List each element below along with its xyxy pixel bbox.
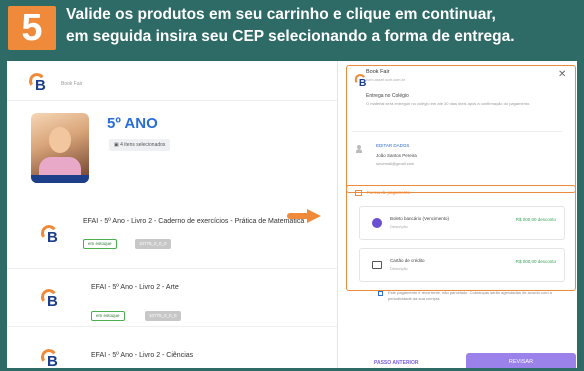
customer-name: João Santos Pereira <box>376 153 417 158</box>
list-item[interactable]: B EFAI - 5º Ano - Livro 2 - Ciências <box>7 327 337 368</box>
banner-line-1: Valide os produtos em seu carrinho e cli… <box>66 6 496 23</box>
payment-option-boleto[interactable]: Boleto bancário (Vencimento) Descrição R… <box>359 206 565 240</box>
customer-email: seuemail@gmail.com <box>376 161 415 166</box>
book-logo-icon: B <box>39 347 59 368</box>
stock-badge: em estoque <box>91 311 125 321</box>
payment-highlight-box: Forma de pagamento Boleto bancário (Venc… <box>346 185 576 291</box>
grade-title: 5º ANO <box>107 115 158 132</box>
previous-step-button[interactable]: PASSO ANTERIOR <box>374 360 418 366</box>
product-cover-image <box>31 113 89 183</box>
item-title: EFAI - 5º Ano - Livro 2 - Ciências <box>91 352 194 359</box>
brand-logo-icon[interactable]: B <box>27 71 47 94</box>
list-item[interactable]: B EFAI - 5º Ano - Livro 2 - Arte em esto… <box>7 269 337 327</box>
book-logo-icon: B <box>39 223 59 246</box>
option-desc: Descrição <box>390 224 408 229</box>
close-icon[interactable]: ✕ <box>558 69 566 80</box>
edit-data-link[interactable]: EDITAR DADOS <box>376 143 409 148</box>
banner-instructions: Valide os produtos em seu carrinho e cli… <box>66 4 582 48</box>
brand-name: Book Fair <box>61 81 83 87</box>
divider <box>352 131 562 132</box>
recurring-checkbox[interactable] <box>378 291 383 296</box>
pointer-arrow-icon <box>287 209 323 223</box>
code-badge: 10775_0_0_0 <box>135 239 171 249</box>
checkout-panel: B ✕ Book Fair com.asset.sofr.com.br Entr… <box>337 61 577 368</box>
shipping-title: Entrega no Colégio <box>366 93 409 99</box>
payment-title: Forma de pagamento <box>367 190 411 195</box>
screenshot-frame: B Book Fair 5º ANO ▣ 4 itens selecionado… <box>4 58 580 371</box>
tutorial-banner: 5 Valide os produtos em seu carrinho e c… <box>0 0 584 54</box>
payment-icon <box>355 190 362 196</box>
item-title: EFAI - 5º Ano - Livro 2 - Arte <box>91 284 179 291</box>
selected-items-label: 4 itens selecionados <box>120 142 166 148</box>
shipping-description: O material será entregue no colégio em a… <box>366 101 531 106</box>
selected-items-badge: ▣ 4 itens selecionados <box>109 139 171 151</box>
recurring-text: Este pagamento é recorrente, não parcela… <box>388 290 552 301</box>
stock-badge: em estoque <box>83 239 117 249</box>
panel-brand-sub: com.asset.sofr.com.br <box>366 77 406 82</box>
shipping-highlight-box <box>346 65 576 193</box>
review-button[interactable]: REVISAR <box>466 353 576 368</box>
option-name: Cartão de crédito <box>390 258 425 263</box>
option-price: R$ 000,00 desconto <box>515 259 556 264</box>
app-header: B Book Fair <box>7 61 337 101</box>
banner-line-2: em seguida insira seu CEP selecionando a… <box>66 28 515 45</box>
panel-brand: Book Fair <box>366 69 390 75</box>
payment-option-card[interactable]: Cartão de crédito Descrição R$ 000,00 de… <box>359 248 565 282</box>
option-desc: Descrição <box>390 266 408 271</box>
credit-card-icon <box>372 261 382 269</box>
code-badge: 10775_0_0_0 <box>145 311 181 321</box>
step-number: 5 <box>8 6 56 50</box>
product-header: 5º ANO ▣ 4 itens selecionados <box>7 101 337 211</box>
user-icon <box>356 145 362 153</box>
option-price: R$ 000,00 desconto <box>515 217 556 222</box>
book-logo-icon: B <box>39 287 59 310</box>
option-name: Boleto bancário (Vencimento) <box>390 216 450 221</box>
boleto-icon <box>372 218 382 228</box>
